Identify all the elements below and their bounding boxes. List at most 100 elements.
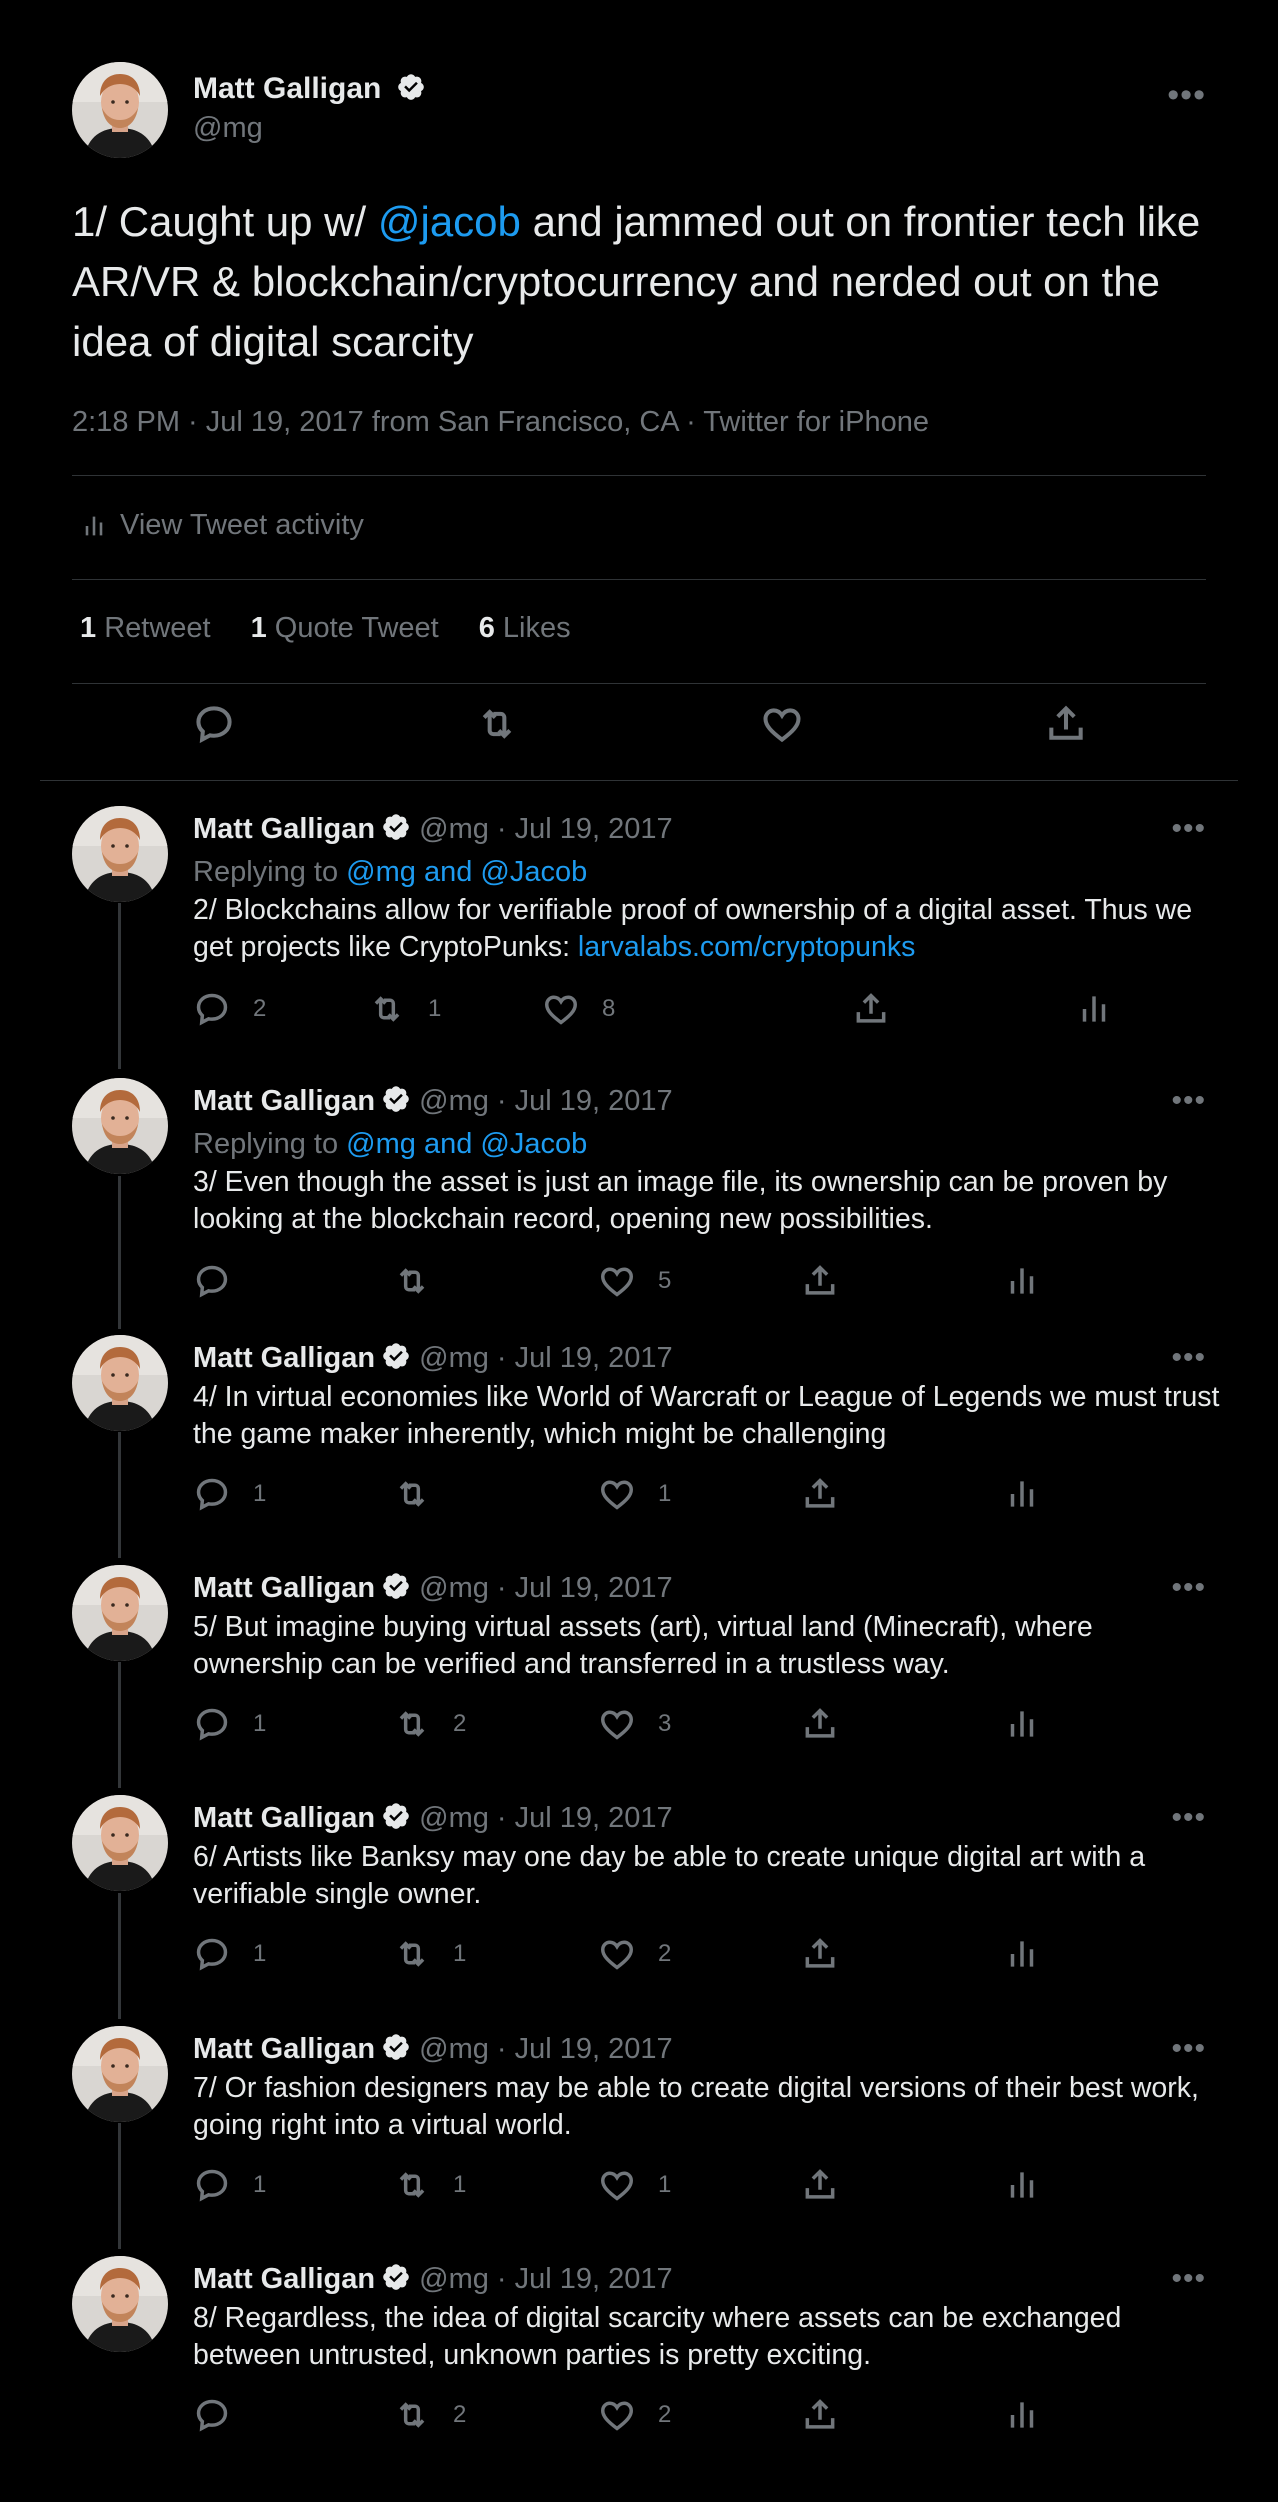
reply-header: Matt Galligan @mg · Jul 19, 2017 (193, 812, 673, 846)
author-name[interactable]: Matt Galligan (193, 72, 426, 106)
reply-header: Matt Galligan @mg · Jul 19, 2017 (193, 1801, 673, 1835)
replying-to-link[interactable]: @mg and @Jacob (346, 856, 587, 888)
analytics-button[interactable] (1003, 2166, 1041, 2204)
author-name[interactable]: Matt Galligan (193, 1572, 375, 1604)
reply-button[interactable]: 1 (193, 1475, 266, 1513)
likes-count: 6 (478, 612, 495, 644)
retweet-button[interactable]: 1 (393, 2166, 466, 2204)
reply-meta[interactable]: @mg · Jul 19, 2017 (419, 2263, 673, 2295)
reply-meta[interactable]: @mg · Jul 19, 2017 (419, 2033, 673, 2065)
like-button[interactable]: 5 (598, 1262, 671, 1300)
analytics-button[interactable] (1003, 2396, 1041, 2434)
like-icon (598, 2396, 636, 2434)
analytics-button[interactable] (1003, 1262, 1041, 1300)
reply-meta[interactable]: @mg · Jul 19, 2017 (419, 813, 673, 845)
retweet-icon (393, 1705, 431, 1743)
author-name[interactable]: Matt Galligan (193, 2263, 375, 2295)
more-icon[interactable]: ••• (1171, 1571, 1206, 1605)
more-icon[interactable]: ••• (1171, 812, 1206, 846)
more-icon[interactable]: ••• (1171, 2262, 1206, 2296)
analytics-button[interactable] (1075, 990, 1113, 1028)
author-name[interactable]: Matt Galligan (193, 813, 375, 845)
share-button[interactable] (801, 1475, 839, 1513)
share-icon[interactable] (1044, 702, 1088, 746)
avatar[interactable] (72, 2256, 168, 2352)
like-button[interactable]: 1 (598, 1475, 671, 1513)
analytics-button[interactable] (1003, 1475, 1041, 1513)
view-activity-button[interactable]: View Tweet activity (80, 509, 364, 542)
like-button[interactable]: 8 (542, 990, 615, 1028)
mention-link[interactable]: @jacob (378, 198, 521, 245)
retweet-icon (393, 1262, 431, 1300)
share-button[interactable] (801, 2396, 839, 2434)
avatar[interactable] (72, 62, 168, 158)
analytics-icon (1003, 1475, 1041, 1513)
avatar[interactable] (72, 2026, 168, 2122)
more-icon[interactable]: ••• (1171, 1341, 1206, 1375)
tweet-meta[interactable]: 2:18 PM · Jul 19, 2017 from San Francisc… (72, 406, 929, 439)
share-button[interactable] (801, 1705, 839, 1743)
share-button[interactable] (852, 990, 890, 1028)
action-bar: 2 2 (193, 2396, 1113, 2436)
retweet-icon[interactable] (475, 702, 519, 746)
reply-meta[interactable]: @mg · Jul 19, 2017 (419, 1342, 673, 1374)
avatar[interactable] (72, 806, 168, 902)
reply-button[interactable] (193, 1262, 253, 1300)
analytics-button[interactable] (1003, 1935, 1041, 1973)
avatar[interactable] (72, 1335, 168, 1431)
like-count: 3 (658, 1710, 672, 1737)
share-button[interactable] (801, 1262, 839, 1300)
retweet-button[interactable] (393, 1262, 453, 1300)
more-icon[interactable]: ••• (1171, 1084, 1206, 1118)
analytics-button[interactable] (1003, 1705, 1041, 1743)
author-name[interactable]: Matt Galligan (193, 1342, 375, 1374)
likes-stat[interactable]: 6 Likes (479, 612, 571, 645)
like-button[interactable]: 2 (598, 2396, 671, 2434)
reply-meta[interactable]: @mg · Jul 19, 2017 (419, 1572, 673, 1604)
retweet-button[interactable]: 1 (368, 990, 441, 1028)
more-icon[interactable]: ••• (1171, 1801, 1206, 1835)
retweet-icon (393, 1935, 431, 1973)
verified-badge-icon (396, 72, 426, 102)
reply-text: 5/ But imagine buying virtual assets (ar… (193, 1611, 1093, 1680)
reply-button[interactable]: 1 (193, 2166, 266, 2204)
retweet-button[interactable]: 2 (393, 2396, 466, 2434)
avatar[interactable] (72, 1078, 168, 1174)
reply-button[interactable]: 1 (193, 1705, 266, 1743)
reply-button[interactable] (193, 2396, 253, 2434)
tweet-text-prefix: 1/ Caught up w/ (72, 198, 378, 245)
avatar[interactable] (72, 1795, 168, 1891)
reply-button[interactable]: 2 (193, 990, 266, 1028)
share-button[interactable] (801, 1935, 839, 1973)
author-name[interactable]: Matt Galligan (193, 1802, 375, 1834)
reply-text: 6/ Artists like Banksy may one day be ab… (193, 1841, 1146, 1910)
retweet-button[interactable]: 1 (393, 1935, 466, 1973)
reply-button[interactable]: 1 (193, 1935, 266, 1973)
reply-text: 3/ Even though the asset is just an imag… (193, 1166, 1168, 1235)
retweet-button[interactable]: 2 (393, 1705, 466, 1743)
quotes-stat[interactable]: 1 Quote Tweet (251, 612, 439, 645)
verified-badge-icon (381, 1084, 411, 1114)
retweet-button[interactable] (393, 1475, 453, 1513)
tweet-stats: 1 Retweet 1 Quote Tweet 6 Likes (80, 612, 571, 645)
reply-icon[interactable] (192, 702, 236, 746)
author-handle[interactable]: @mg (193, 112, 263, 145)
author-name[interactable]: Matt Galligan (193, 2033, 375, 2065)
share-button[interactable] (801, 2166, 839, 2204)
avatar[interactable] (72, 1565, 168, 1661)
retweet-icon (393, 1475, 431, 1513)
url-link[interactable]: larvalabs.com/cryptopunks (578, 931, 915, 963)
like-count: 8 (602, 995, 616, 1022)
author-name[interactable]: Matt Galligan (193, 1085, 375, 1117)
retweets-stat[interactable]: 1 Retweet (80, 612, 211, 645)
like-button[interactable]: 2 (598, 1935, 671, 1973)
reply-meta[interactable]: @mg · Jul 19, 2017 (419, 1085, 673, 1117)
more-icon[interactable]: ••• (1171, 2032, 1206, 2066)
reply-meta[interactable]: @mg · Jul 19, 2017 (419, 1802, 673, 1834)
more-icon[interactable]: ••• (1167, 76, 1206, 115)
like-button[interactable]: 1 (598, 2166, 671, 2204)
replying-to-link[interactable]: @mg and @Jacob (346, 1128, 587, 1160)
like-button[interactable]: 3 (598, 1705, 671, 1743)
like-icon[interactable] (760, 702, 804, 746)
author-name-text[interactable]: Matt Galligan (193, 72, 381, 105)
